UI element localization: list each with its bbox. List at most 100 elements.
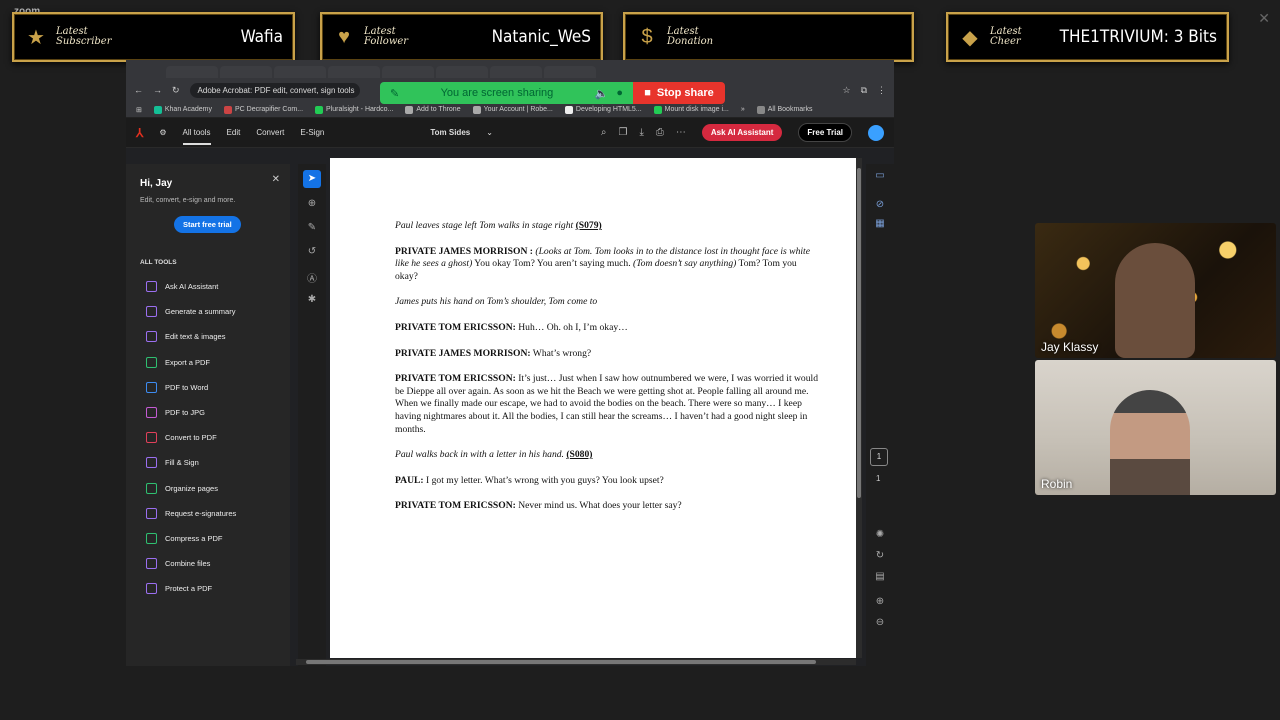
bookmark-item[interactable]: All Bookmarks xyxy=(756,105,813,114)
zoom-in-icon[interactable]: ⊕ xyxy=(876,596,884,607)
menu-icon[interactable]: ⋮ xyxy=(877,85,886,96)
alert-value: THE1TRIVIUM: 3 Bits xyxy=(1059,27,1217,47)
address-bar[interactable]: Adobe Acrobat: PDF edit, convert, sign t… xyxy=(189,82,360,98)
more-bookmarks-icon[interactable]: » xyxy=(741,106,745,113)
zoom-out-icon[interactable]: ⊖ xyxy=(876,617,884,628)
bookmark-item[interactable]: Your Account | Robe... xyxy=(472,105,553,114)
browser-tab[interactable] xyxy=(166,66,218,78)
comment-icon[interactable]: ▭ xyxy=(875,170,884,181)
bookmark-item[interactable]: Developing HTML5... xyxy=(564,105,642,114)
screen-share-text: You are screen sharing xyxy=(440,87,554,99)
document-name[interactable]: Tom Sides xyxy=(430,128,470,137)
browser-tab[interactable] xyxy=(544,66,596,78)
tool-icon xyxy=(146,281,157,293)
zoom-tool-icon[interactable]: ⊕ xyxy=(305,198,319,212)
link-icon[interactable]: ⊘ xyxy=(876,199,884,210)
search-icon[interactable]: ⌕ xyxy=(601,127,607,138)
avatar[interactable] xyxy=(868,124,884,141)
free-trial-button[interactable]: Free Trial xyxy=(798,123,852,142)
close-panel-icon[interactable]: ✕ xyxy=(272,174,280,185)
tool-item[interactable]: Combine files xyxy=(140,551,276,576)
tab-convert[interactable]: Convert xyxy=(256,128,284,137)
forward-icon[interactable]: → xyxy=(153,85,162,95)
browser-window: ← → ↻ Adobe Acrobat: PDF edit, convert, … xyxy=(126,60,894,666)
tool-icon xyxy=(146,407,157,419)
scroll-thumb[interactable] xyxy=(857,168,861,498)
extensions-icon[interactable]: ⧉ xyxy=(861,85,867,96)
pin-icon[interactable]: ✎ xyxy=(390,87,399,100)
audio-icon[interactable]: 🔈 xyxy=(595,87,609,100)
tab-e-sign[interactable]: E-Sign xyxy=(300,128,324,137)
browser-tab[interactable] xyxy=(490,66,542,78)
text-select-icon[interactable]: Ⓐ xyxy=(305,270,319,285)
chevron-down-icon[interactable]: ⌄ xyxy=(486,128,493,137)
bookmark-item[interactable]: Pluralsight - Hardco... xyxy=(315,105,393,114)
tool-item[interactable]: Request e-signatures xyxy=(140,501,276,526)
bookmark-label: Khan Academy xyxy=(164,106,212,113)
vertical-scrollbar[interactable] xyxy=(856,158,862,658)
direction-text: Paul walks back in with a letter in his … xyxy=(395,449,564,461)
tool-item[interactable]: Export a PDF xyxy=(140,350,276,375)
tool-icon xyxy=(146,432,157,444)
back-icon[interactable]: ← xyxy=(134,85,143,95)
stop-share-button[interactable]: ■ Stop share xyxy=(633,82,725,104)
bookmark-item[interactable]: Khan Academy xyxy=(153,105,212,114)
tool-label: Request e-signatures xyxy=(165,508,237,518)
tool-item[interactable]: PDF to JPG xyxy=(140,400,276,425)
dialogue: PRIVATE TOM ERICSSON: It’s just… Just wh… xyxy=(395,373,818,436)
bookmark-item[interactable]: Add to Throne xyxy=(405,105,461,114)
acrobat-toolbar: ⅄ ⚙ All tools Edit Convert E-Sign Tom Si… xyxy=(126,118,894,148)
browser-tab[interactable] xyxy=(436,66,488,78)
more-icon[interactable]: ⋯ xyxy=(676,127,686,138)
apps-icon[interactable]: ⊞ xyxy=(136,106,142,114)
browser-tab[interactable] xyxy=(220,66,272,78)
refresh-icon[interactable]: ↻ xyxy=(876,550,884,561)
tool-item[interactable]: Fill & Sign xyxy=(140,450,276,475)
tool-item[interactable]: Protect a PDF xyxy=(140,576,276,601)
tool-item[interactable]: Convert to PDF xyxy=(140,425,276,450)
tool-item[interactable]: Organize pages xyxy=(140,476,276,501)
webcam-name: Jay Klassy xyxy=(1041,340,1099,354)
start-free-trial-button[interactable]: Start free trial xyxy=(174,216,241,233)
alert-value: Wafia xyxy=(240,27,283,47)
latest-donation-bar: $ Latest Donation xyxy=(623,12,914,62)
tool-item[interactable]: Compress a PDF xyxy=(140,526,276,551)
grid-icon[interactable]: ▦ xyxy=(875,218,884,229)
horizontal-scrollbar[interactable] xyxy=(296,659,856,665)
lasso-icon[interactable]: ↺ xyxy=(305,246,319,260)
bookmark-item[interactable]: PC Decrapifier Com... xyxy=(223,105,304,114)
pen-icon[interactable]: ✎ xyxy=(305,222,319,236)
select-cursor-icon[interactable]: ➤ xyxy=(303,170,321,188)
browser-tab[interactable] xyxy=(274,66,326,78)
tool-item[interactable]: PDF to Word xyxy=(140,375,276,400)
speaker: PRIVATE TOM ERICSSON: xyxy=(395,321,516,333)
webcam-name: Robin xyxy=(1041,477,1073,491)
copy-icon[interactable]: ❐ xyxy=(618,127,627,138)
ask-ai-assistant-button[interactable]: Ask AI Assistant xyxy=(701,124,783,141)
tool-item[interactable]: Ask AI Assistant xyxy=(140,274,276,299)
reload-icon[interactable]: ↻ xyxy=(172,85,180,96)
tool-item[interactable]: Edit text & images xyxy=(140,324,276,349)
browser-tab[interactable] xyxy=(328,66,380,78)
download-icon[interactable]: ⤓ xyxy=(639,127,643,138)
bookmark-star-icon[interactable]: ☆ xyxy=(842,85,850,96)
stage-direction: Paul walks back in with a letter in his … xyxy=(395,449,818,462)
tab-all-tools[interactable]: All tools xyxy=(182,128,211,145)
tool-label: Export a PDF xyxy=(165,357,211,367)
settings-icon[interactable]: ⚙ xyxy=(159,128,166,137)
bookmark-item[interactable]: Mount disk image i... xyxy=(653,105,729,114)
browser-tab[interactable] xyxy=(382,66,434,78)
ai-sparkle-icon[interactable]: ✺ xyxy=(876,529,884,540)
tool-item[interactable]: Generate a summary xyxy=(140,299,276,324)
page-icon[interactable]: ▤ xyxy=(875,571,884,582)
bookmark-label: Your Account | Robe... xyxy=(483,106,553,113)
tab-edit[interactable]: Edit xyxy=(227,128,241,137)
stamp-icon[interactable]: ✱ xyxy=(305,294,319,308)
print-icon[interactable]: ⎙ xyxy=(656,127,664,138)
bookmark-label: PC Decrapifier Com... xyxy=(234,106,304,113)
page-number-input[interactable]: 1 xyxy=(870,448,888,466)
dialogue-text: I got my letter. What’s wrong with you g… xyxy=(423,474,664,486)
scroll-thumb[interactable] xyxy=(306,660,816,664)
close-icon[interactable]: ✕ xyxy=(1258,10,1270,27)
acrobat-logo-icon[interactable]: ⅄ xyxy=(136,126,143,140)
